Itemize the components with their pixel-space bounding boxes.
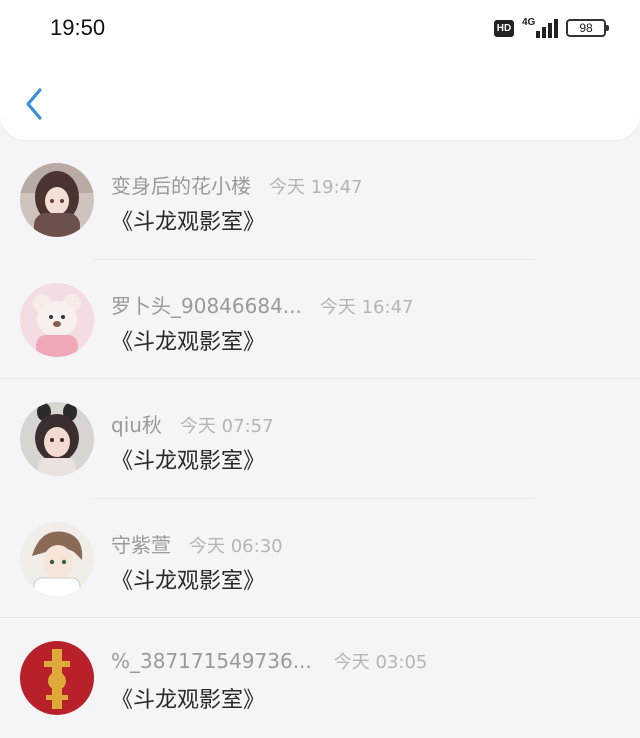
message-preview: 《斗龙观影室》 <box>111 210 266 235</box>
conversation-header: 守紫萱 今天 06:30 <box>111 529 283 558</box>
sender-name: 变身后的花小楼 <box>111 174 251 198</box>
avatar[interactable] <box>20 641 94 715</box>
conversation-row[interactable]: 变身后的花小楼 今天 19:47 《斗龙观影室》 <box>0 140 640 260</box>
avatar[interactable] <box>20 163 94 237</box>
conversation-header: 变身后的花小楼 今天 19:47 <box>111 170 363 199</box>
signal-icon: 4G <box>522 17 558 38</box>
sender-name: %_387171549736... <box>111 649 312 673</box>
sender-name: 罗卜头_90846684... <box>111 293 302 318</box>
conversation-header: 罗卜头_90846684... 今天 16:47 <box>111 290 413 319</box>
network-type-label: 4G <box>522 17 536 28</box>
back-button[interactable] <box>22 86 50 122</box>
message-time: 今天 06:30 <box>189 535 283 557</box>
top-header: 19:50 HD 4G 98 <box>0 0 640 140</box>
message-time: 今天 03:05 <box>333 652 428 673</box>
conversation-row[interactable]: %_387171549736... 今天 03:05 《斗龙观影室》 <box>0 618 640 738</box>
conversation-list: 变身后的花小楼 今天 19:47 《斗龙观影室》 罗卜头_90846684...… <box>0 140 640 738</box>
hd-icon: HD <box>494 19 514 37</box>
conversation-row[interactable]: 罗卜头_90846684... 今天 16:47 《斗龙观影室》 <box>0 260 640 379</box>
sender-name: qiu秋 <box>111 413 162 437</box>
status-time: 19:50 <box>50 15 106 40</box>
status-icons: HD 4G 98 <box>494 16 609 40</box>
avatar[interactable] <box>20 282 94 357</box>
sender-name: 守紫萱 <box>111 532 171 557</box>
message-preview: 《斗龙观影室》 <box>111 329 266 355</box>
message-time: 今天 07:57 <box>179 416 274 437</box>
message-time: 今天 16:47 <box>319 296 414 318</box>
message-preview: 《斗龙观影室》 <box>111 449 266 474</box>
avatar[interactable] <box>20 402 94 476</box>
conversation-header: %_387171549736... 今天 03:05 <box>111 648 427 674</box>
conversation-row[interactable]: qiu秋 今天 07:57 《斗龙观影室》 <box>0 379 640 499</box>
chevron-left-icon <box>26 88 42 120</box>
message-time: 今天 19:47 <box>269 177 363 198</box>
conversation-header: qiu秋 今天 07:57 <box>111 409 274 438</box>
battery-icon: 98 <box>566 19 609 37</box>
conversation-row[interactable]: 守紫萱 今天 06:30 《斗龙观影室》 <box>0 499 640 618</box>
message-preview: 《斗龙观影室》 <box>111 568 266 594</box>
avatar[interactable] <box>20 521 94 596</box>
battery-level: 98 <box>579 21 593 35</box>
message-preview: 《斗龙观影室》 <box>111 688 266 713</box>
